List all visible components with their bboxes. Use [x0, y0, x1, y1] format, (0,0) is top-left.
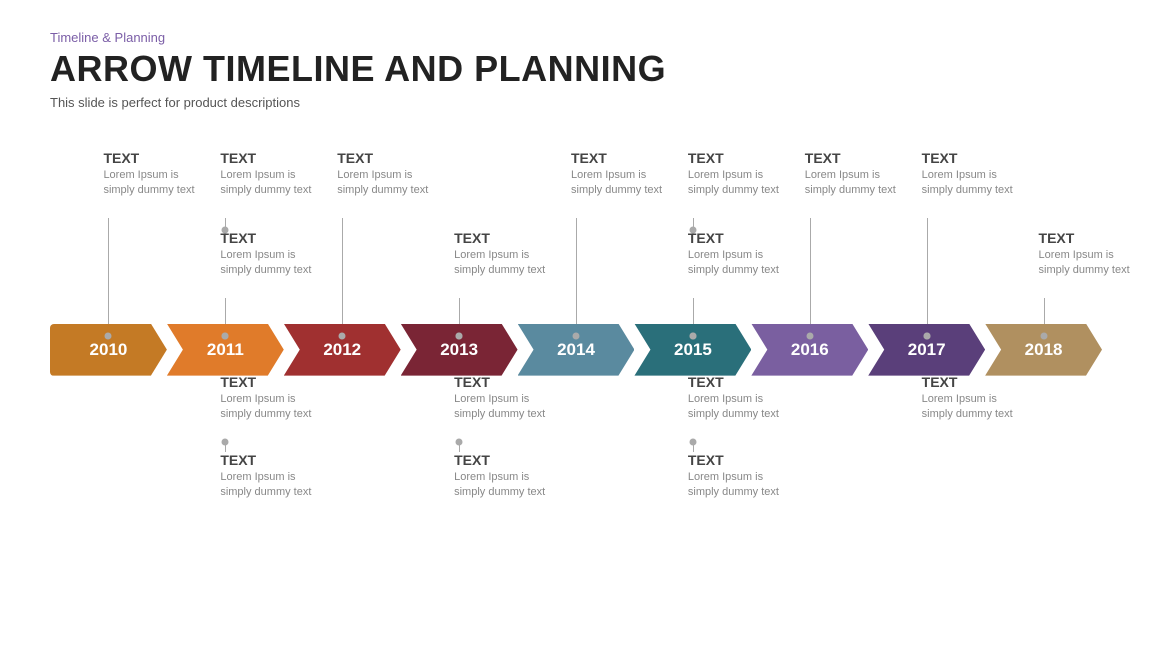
text-label: TEXT [805, 150, 914, 166]
timeline-dot [923, 332, 930, 339]
timeline-text-box: TEXT Lorem Ipsum is simply dummy text [688, 452, 797, 501]
main-title: ARROW TIMELINE AND PLANNING [50, 49, 1102, 89]
text-body: Lorem Ipsum is simply dummy text [922, 168, 1031, 199]
text-label: TEXT [220, 452, 329, 468]
timeline-text-box: TEXT Lorem Ipsum is simply dummy text [688, 374, 797, 423]
text-body: Lorem Ipsum is simply dummy text [571, 168, 680, 199]
slide: Timeline & Planning ARROW TIMELINE AND P… [0, 0, 1152, 648]
timeline-dot [806, 332, 813, 339]
timeline-text-box: TEXT Lorem Ipsum is simply dummy text [337, 150, 446, 199]
text-label: TEXT [220, 230, 329, 246]
text-body: Lorem Ipsum is simply dummy text [337, 168, 446, 199]
timeline-text-box: TEXT Lorem Ipsum is simply dummy text [454, 374, 563, 423]
connector-line [810, 218, 811, 336]
text-label: TEXT [220, 374, 329, 390]
text-label: TEXT [922, 150, 1031, 166]
text-body: Lorem Ipsum is simply dummy text [805, 168, 914, 199]
timeline-dot [339, 332, 346, 339]
timeline-text-box: TEXT Lorem Ipsum is simply dummy text [1039, 230, 1148, 279]
connector-line [342, 218, 343, 336]
text-label: TEXT [688, 230, 797, 246]
timeline-text-box: TEXT Lorem Ipsum is simply dummy text [220, 230, 329, 279]
text-label: TEXT [688, 452, 797, 468]
timeline-text-box: TEXT Lorem Ipsum is simply dummy text [454, 452, 563, 501]
text-label: TEXT [688, 374, 797, 390]
timeline-text-box: TEXT Lorem Ipsum is simply dummy text [220, 452, 329, 501]
text-body: Lorem Ipsum is simply dummy text [688, 168, 797, 199]
subtitle: Timeline & Planning [50, 30, 1102, 45]
timeline-dot [689, 438, 696, 445]
text-label: TEXT [454, 374, 563, 390]
timeline-dot [222, 226, 229, 233]
text-body: Lorem Ipsum is simply dummy text [220, 168, 329, 199]
text-label: TEXT [922, 374, 1031, 390]
timeline-text-box: TEXT Lorem Ipsum is simply dummy text [571, 150, 680, 199]
timeline-dot [222, 332, 229, 339]
timeline-text-box: TEXT Lorem Ipsum is simply dummy text [922, 374, 1031, 423]
text-label: TEXT [1039, 230, 1148, 246]
text-body: Lorem Ipsum is simply dummy text [688, 248, 797, 279]
text-body: Lorem Ipsum is simply dummy text [454, 392, 563, 423]
timeline-dot [573, 332, 580, 339]
text-label: TEXT [454, 230, 563, 246]
text-label: TEXT [220, 150, 329, 166]
description: This slide is perfect for product descri… [50, 95, 1102, 110]
timeline-dot [105, 332, 112, 339]
text-body: Lorem Ipsum is simply dummy text [220, 248, 329, 279]
connector-line [576, 218, 577, 336]
timeline-text-box: TEXT Lorem Ipsum is simply dummy text [103, 150, 212, 199]
text-body: Lorem Ipsum is simply dummy text [103, 168, 212, 199]
text-body: Lorem Ipsum is simply dummy text [454, 470, 563, 501]
timeline-dot [689, 332, 696, 339]
timeline-dot [222, 438, 229, 445]
timeline-text-box: TEXT Lorem Ipsum is simply dummy text [220, 374, 329, 423]
timeline-text-box: TEXT Lorem Ipsum is simply dummy text [688, 150, 797, 199]
text-label: TEXT [454, 452, 563, 468]
text-body: Lorem Ipsum is simply dummy text [688, 392, 797, 423]
timeline-text-box: TEXT Lorem Ipsum is simply dummy text [220, 150, 329, 199]
timeline-dot [456, 332, 463, 339]
text-body: Lorem Ipsum is simply dummy text [220, 392, 329, 423]
timeline-text-box: TEXT Lorem Ipsum is simply dummy text [805, 150, 914, 199]
text-label: TEXT [688, 150, 797, 166]
timeline-dot [456, 438, 463, 445]
timeline-text-box: TEXT Lorem Ipsum is simply dummy text [922, 150, 1031, 199]
timeline-dot [1040, 332, 1047, 339]
text-body: Lorem Ipsum is simply dummy text [922, 392, 1031, 423]
text-body: Lorem Ipsum is simply dummy text [688, 470, 797, 501]
timeline-dot [689, 226, 696, 233]
text-label: TEXT [571, 150, 680, 166]
text-body: Lorem Ipsum is simply dummy text [454, 248, 563, 279]
timeline-area: 201020112012201320142015201620172018 TEX… [50, 130, 1102, 570]
text-body: Lorem Ipsum is simply dummy text [220, 470, 329, 501]
text-body: Lorem Ipsum is simply dummy text [1039, 248, 1148, 279]
timeline-text-box: TEXT Lorem Ipsum is simply dummy text [454, 230, 563, 279]
text-label: TEXT [337, 150, 446, 166]
connector-line [927, 218, 928, 336]
text-label: TEXT [103, 150, 212, 166]
connector-line [108, 218, 109, 336]
timeline-text-box: TEXT Lorem Ipsum is simply dummy text [688, 230, 797, 279]
